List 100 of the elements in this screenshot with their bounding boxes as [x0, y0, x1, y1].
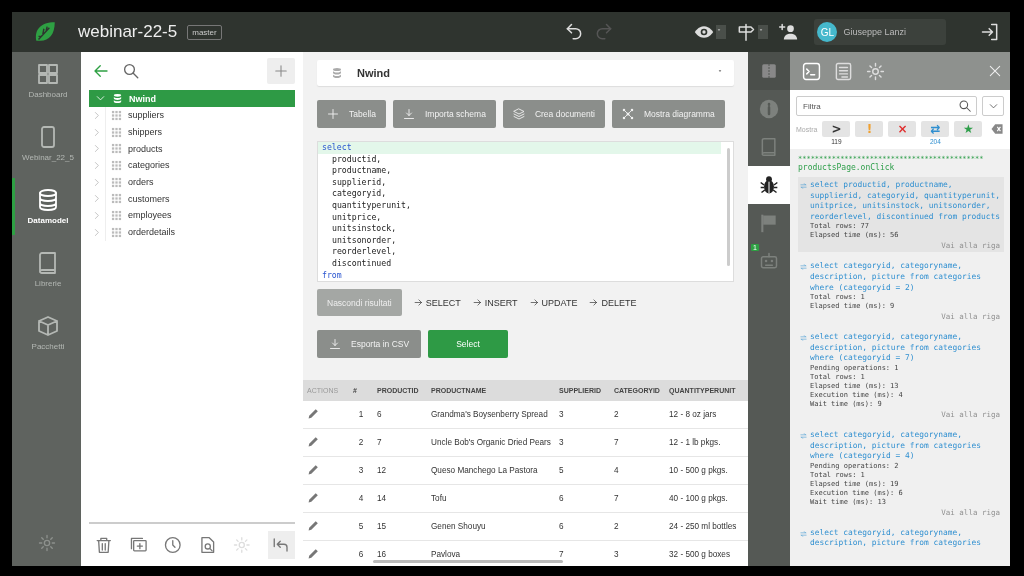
snippet-link[interactable]: DELETE [589, 297, 637, 308]
snippet-link[interactable]: UPDATE [529, 297, 578, 308]
expand-chevron-icon[interactable] [92, 177, 101, 187]
dropdown-caret[interactable] [716, 25, 727, 39]
book-icon [759, 137, 779, 157]
clear-icon[interactable] [991, 122, 1004, 136]
table-cell: 3 [610, 540, 665, 566]
table-icon [111, 126, 122, 138]
expand-chevron-icon[interactable] [92, 160, 101, 170]
snippet-link[interactable]: INSERT [472, 297, 518, 308]
dropdown-caret[interactable] [758, 25, 769, 39]
document-search-icon[interactable] [198, 536, 217, 554]
sidebar-item[interactable]: Dashboard [12, 52, 81, 109]
table-cell: 6 [373, 401, 427, 429]
table-cell: 4 [610, 456, 665, 485]
tree-item[interactable]: categories [128, 160, 170, 171]
flag-icon [759, 213, 779, 233]
expand-chevron-icon[interactable] [92, 127, 101, 137]
info-icon [759, 99, 779, 119]
trash-icon[interactable] [95, 536, 113, 554]
table-cell: Uncle Bob's Organic Dried Pears [427, 428, 555, 457]
expand-chevron-icon[interactable] [92, 144, 101, 154]
dropdown-button[interactable] [982, 96, 1004, 116]
filter-toggle[interactable]: ⇄ [921, 121, 950, 137]
database-select[interactable]: Nwind [317, 60, 734, 86]
table-cell: 2 [349, 428, 373, 457]
expand-chevron-icon[interactable] [92, 210, 101, 220]
revert-button[interactable] [267, 531, 295, 559]
code-editor[interactable]: select productid, productname, supplierid, categoryid, quantityperunit, unitprice, unitsinstock, unitsonorder, reorderlevel, discontinued from [317, 141, 734, 282]
project-title: webinar-22-5 [78, 22, 178, 42]
toolbar-button[interactable]: Mostra diagramma [611, 100, 725, 128]
code-line: unitsinstock, [331, 223, 398, 235]
back-arrow-icon[interactable] [92, 62, 110, 80]
code-line: discontinued [331, 257, 393, 270]
clock-icon[interactable] [164, 536, 182, 554]
close-icon[interactable] [988, 64, 1002, 78]
filter-toggle[interactable]: > [822, 121, 851, 137]
hide-results-button[interactable]: Nascondi risultati [317, 289, 402, 316]
table-icon [111, 143, 122, 155]
scrollbar[interactable] [727, 148, 730, 266]
tree-item[interactable]: orderdetails [128, 227, 176, 238]
tree-item[interactable]: customers [128, 193, 170, 204]
table-cell: 6 [555, 484, 610, 513]
pencil-icon[interactable] [307, 435, 320, 448]
add-button[interactable] [267, 58, 295, 84]
table-cell: 5 [555, 456, 610, 485]
pencil-icon[interactable] [307, 519, 320, 532]
tree-item[interactable]: Nwind [89, 90, 295, 107]
download-icon [402, 108, 415, 120]
table-cell: 7 [610, 428, 665, 457]
toolbar-button[interactable]: Tabella [317, 100, 386, 128]
pencil-icon[interactable] [307, 463, 320, 476]
table-icon [111, 176, 122, 188]
database-icon [112, 93, 123, 104]
filter-field[interactable]: Filtra [796, 96, 977, 116]
expand-chevron-icon[interactable] [92, 227, 101, 237]
debug-tab[interactable] [748, 166, 790, 204]
reply-arrow-icon [272, 536, 291, 554]
table-cell: 4 [349, 484, 373, 513]
table-icon [111, 209, 122, 221]
exchange-icon [800, 263, 807, 272]
robot-icon [759, 251, 779, 271]
table-cell: 5 [349, 512, 373, 541]
search-icon[interactable] [122, 62, 140, 80]
logout-icon[interactable] [980, 22, 1000, 42]
filter-toggle[interactable]: ★ [954, 121, 983, 137]
pencil-icon[interactable] [307, 407, 320, 420]
exchange-icon [800, 182, 807, 190]
expand-chevron-icon[interactable] [92, 110, 101, 120]
code-line: from [321, 269, 343, 281]
sidebar-item[interactable]: Pacchetti [12, 304, 81, 361]
signpost-icon[interactable] [736, 22, 757, 42]
sidebar-item[interactable]: Librerie [12, 241, 81, 298]
snippet-link[interactable]: SELECT [413, 297, 461, 308]
columns-icon[interactable] [760, 62, 778, 80]
sidebar-item[interactable]: Webinar_22_5 [12, 115, 81, 172]
tree-item[interactable]: shippers [128, 127, 163, 138]
log-entry[interactable] [798, 177, 1004, 253]
user-chip[interactable]: GL Giuseppe Lanzi [814, 19, 946, 45]
toolbar-button[interactable]: Crea documenti [502, 100, 605, 128]
add-icon[interactable] [129, 536, 148, 554]
select-button[interactable]: Select [428, 330, 508, 358]
table-cell: Tofu [427, 484, 555, 513]
settings-icon[interactable] [37, 534, 56, 552]
scrollbar[interactable] [373, 560, 563, 563]
toolbar-button[interactable]: Importa schema [392, 100, 496, 128]
pencil-icon[interactable] [307, 547, 320, 560]
tree-item[interactable]: orders [128, 177, 154, 188]
filter-toggle[interactable]: × [888, 121, 917, 137]
exchange-icon [800, 334, 807, 343]
tree-item[interactable]: products [128, 143, 163, 154]
search-icon[interactable] [958, 99, 972, 113]
add-user-icon[interactable] [778, 22, 799, 42]
expand-chevron-icon[interactable] [92, 194, 101, 204]
export-csv-button[interactable]: Esporta in CSV [317, 330, 422, 358]
branch-badge: master [187, 24, 222, 40]
pencil-icon[interactable] [307, 491, 320, 504]
table-cell: Grandma's Boysenberry Spread [427, 401, 555, 429]
tree-item[interactable]: suppliers [128, 110, 165, 121]
tree-item[interactable]: employees [128, 210, 172, 221]
